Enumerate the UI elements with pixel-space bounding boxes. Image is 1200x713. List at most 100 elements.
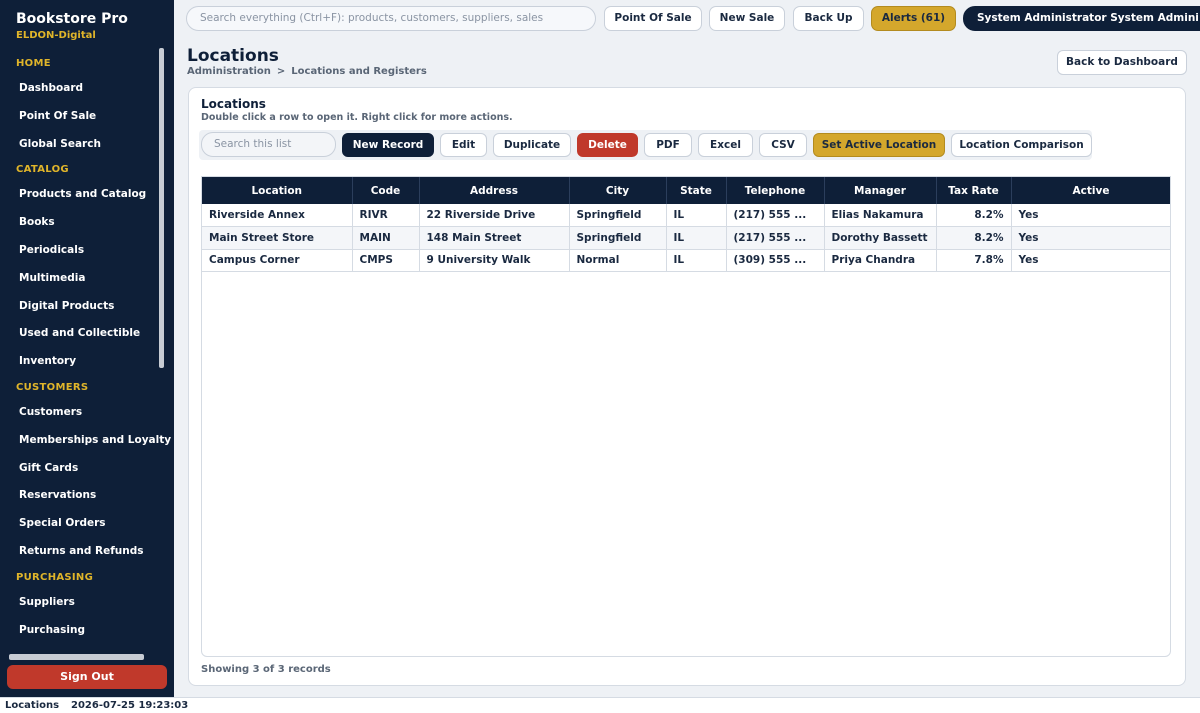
sidebar-item-global-search[interactable]: Global Search <box>0 131 174 159</box>
sidebar-item-suppliers[interactable]: Suppliers <box>0 589 174 617</box>
status-timestamp: 2026-07-25 19:23:03 <box>71 700 189 711</box>
sidebar-item-multimedia[interactable]: Multimedia <box>0 265 174 293</box>
column-header-address[interactable]: Address <box>419 177 570 204</box>
cell-location: Main Street Store <box>202 226 353 250</box>
sidebar-item-used-and-collectible[interactable]: Used and Collectible <box>0 320 174 348</box>
sidebar-section-home: HOME <box>16 58 51 69</box>
edit-button[interactable]: Edit <box>440 133 487 157</box>
csv-export-button[interactable]: CSV <box>759 133 807 157</box>
column-header-active[interactable]: Active <box>1011 177 1170 204</box>
cell-state: IL <box>666 204 727 227</box>
sidebar-section-catalog: CATALOG <box>16 164 69 176</box>
location-comparison-button[interactable]: Location Comparison <box>951 133 1092 157</box>
column-header-state[interactable]: State <box>666 177 727 204</box>
list-toolbar: Search this list New Record Edit Duplica… <box>199 130 1092 160</box>
column-header-tax-rate[interactable]: Tax Rate <box>936 177 1012 204</box>
page-title: Locations <box>187 46 279 66</box>
sidebar-nav: HOME Dashboard Point Of Sale Global Search C… <box>0 52 174 652</box>
cell-code: RIVR <box>352 204 420 227</box>
alerts-button[interactable]: Alerts (61) <box>871 6 956 31</box>
locations-grid: Location Code Address City State Telephone Man… <box>201 176 1171 657</box>
new-record-button[interactable]: New Record <box>342 133 434 157</box>
point-of-sale-button[interactable]: Point Of Sale <box>604 6 702 31</box>
cell-active: Yes <box>1011 226 1170 250</box>
sidebar-item-customers[interactable]: Customers <box>0 399 174 427</box>
panel-title: Locations <box>201 97 266 111</box>
sidebar-item-reservations[interactable]: Reservations <box>0 482 174 510</box>
breadcrumb-parent[interactable]: Administration <box>187 66 271 77</box>
cell-address: 148 Main Street <box>419 226 570 250</box>
status-screen-name: Locations <box>5 700 60 711</box>
sidebar-item-memberships-and-loyalty[interactable]: Memberships and Loyalty <box>0 427 174 455</box>
sidebar-item-books[interactable]: Books <box>0 209 174 237</box>
table-row[interactable]: Riverside Annex RIVR 22 Riverside Drive Spr… <box>202 204 1170 227</box>
cell-telephone: (309) 555 ... <box>726 249 825 272</box>
back-up-button[interactable]: Back Up <box>793 6 864 31</box>
excel-export-button[interactable]: Excel <box>698 133 753 157</box>
cell-tax-rate: 7.8% <box>936 249 1012 272</box>
app-title: Bookstore Pro <box>16 11 128 27</box>
column-header-location[interactable]: Location <box>202 177 353 204</box>
back-to-dashboard-button[interactable]: Back to Dashboard <box>1057 50 1187 75</box>
column-header-city[interactable]: City <box>569 177 667 204</box>
sidebar: Bookstore Pro ELDON-Digital HOME Dashboar… <box>0 0 174 697</box>
cell-city: Normal <box>569 249 667 272</box>
cell-telephone: (217) 555 ... <box>726 204 825 227</box>
sidebar-item-products-and-catalog[interactable]: Products and Catalog <box>0 181 174 209</box>
cell-active: Yes <box>1011 204 1170 227</box>
pdf-export-button[interactable]: PDF <box>644 133 692 157</box>
cell-state: IL <box>666 249 727 272</box>
table-row[interactable]: Campus Corner CMPS 9 University Walk Normal… <box>202 249 1170 272</box>
table-row[interactable]: Main Street Store MAIN 148 Main Street Spri… <box>202 226 1170 250</box>
sidebar-item-inventory[interactable]: Inventory <box>0 348 174 376</box>
duplicate-button[interactable]: Duplicate <box>493 133 571 157</box>
sidebar-section-purchasing: PURCHASING <box>16 571 94 583</box>
sidebar-horizontal-scrollbar[interactable] <box>9 654 144 660</box>
column-header-manager[interactable]: Manager <box>824 177 937 204</box>
table-header-row: Location Code Address City State Telephone Man… <box>202 177 1170 204</box>
cell-location: Riverside Annex <box>202 204 353 227</box>
tenant-name: ELDON-Digital <box>16 30 96 41</box>
sidebar-item-special-orders[interactable]: Special Orders <box>0 510 174 538</box>
cell-location: Campus Corner <box>202 249 353 272</box>
set-active-location-button[interactable]: Set Active Location <box>813 133 945 157</box>
sidebar-item-digital-products[interactable]: Digital Products <box>0 293 174 321</box>
cell-code: CMPS <box>352 249 420 272</box>
sidebar-item-receiving[interactable]: Receiving <box>0 644 174 652</box>
sign-out-button[interactable]: Sign Out <box>7 665 167 689</box>
cell-manager: Elias Nakamura <box>824 204 937 227</box>
list-search-input[interactable]: Search this list <box>201 132 336 157</box>
breadcrumb: Administration > Locations and Registers <box>187 66 427 77</box>
cell-city: Springfield <box>569 204 667 227</box>
cell-code: MAIN <box>352 226 420 250</box>
breadcrumb-current: Locations and Registers <box>291 66 427 77</box>
cell-tax-rate: 8.2% <box>936 226 1012 250</box>
sidebar-item-periodicals[interactable]: Periodicals <box>0 237 174 265</box>
cell-address: 22 Riverside Drive <box>419 204 570 227</box>
panel-hint: Double click a row to open it. Right cli… <box>201 112 513 123</box>
sidebar-item-returns-and-refunds[interactable]: Returns and Refunds <box>0 538 174 566</box>
sidebar-section-customers: CUSTOMERS <box>16 381 89 393</box>
global-search-input[interactable]: Search everything (Ctrl+F): products, cu… <box>186 6 596 31</box>
cell-telephone: (217) 555 ... <box>726 226 825 250</box>
cell-state: IL <box>666 226 727 250</box>
column-header-code[interactable]: Code <box>352 177 420 204</box>
delete-button[interactable]: Delete <box>577 133 638 157</box>
sidebar-item-purchasing[interactable]: Purchasing <box>0 617 174 645</box>
user-menu-button[interactable]: System Administrator System Administrato… <box>963 6 1200 31</box>
top-bar: Search everything (Ctrl+F): products, cu… <box>174 0 1200 38</box>
locations-table: Location Code Address City State Telephone Man… <box>202 177 1170 272</box>
sidebar-item-gift-cards[interactable]: Gift Cards <box>0 455 174 483</box>
cell-address: 9 University Walk <box>419 249 570 272</box>
new-sale-button[interactable]: New Sale <box>709 6 785 31</box>
sidebar-item-dashboard[interactable]: Dashboard <box>0 75 174 103</box>
cell-active: Yes <box>1011 249 1170 272</box>
record-count: Showing 3 of 3 records <box>201 664 331 675</box>
cell-city: Springfield <box>569 226 667 250</box>
locations-panel: Locations Double click a row to open it.… <box>188 87 1186 686</box>
sidebar-vertical-scrollbar[interactable] <box>159 48 164 368</box>
sidebar-item-point-of-sale[interactable]: Point Of Sale <box>0 103 174 131</box>
cell-manager: Dorothy Bassett <box>824 226 937 250</box>
cell-tax-rate: 8.2% <box>936 204 1012 227</box>
column-header-telephone[interactable]: Telephone <box>726 177 825 204</box>
